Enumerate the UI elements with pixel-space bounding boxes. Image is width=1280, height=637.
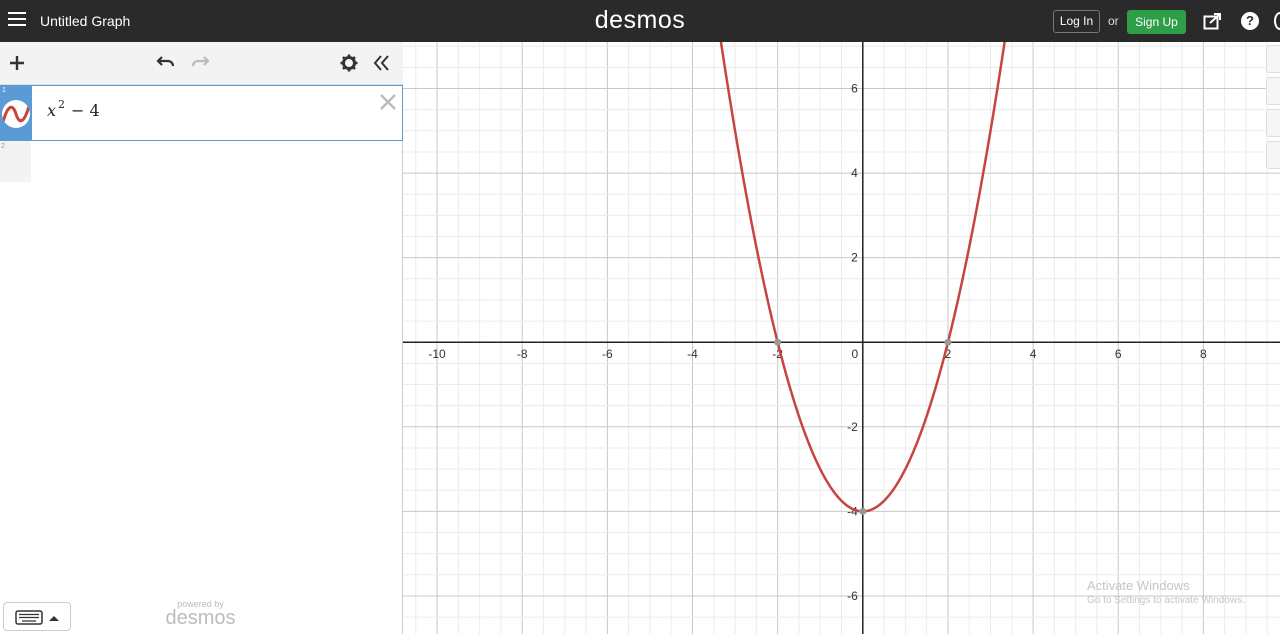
expression-input[interactable]: x 2 − 4 [47,98,100,120]
expression-number: 1 [2,87,6,94]
expression-exponent: 2 [58,98,66,111]
collapse-icon[interactable] [373,55,390,76]
help-icon[interactable]: ? [1241,12,1259,30]
point-of-interest [774,338,782,346]
y-tick-label: -2 [847,420,858,434]
graph-canvas[interactable]: -10 -8 -6 -4 -2 0 2 4 6 8 6 4 2 -2 -4 -6 [403,42,1280,634]
expression-base: x [47,101,57,120]
gear-icon[interactable] [340,54,358,77]
graph-color-icon[interactable] [2,100,30,128]
expression-toolbar [0,42,403,85]
undo-icon[interactable] [156,54,176,75]
y-tick-label: 2 [851,251,858,265]
top-bar: Untitled Graph desmos Log In or Sign Up … [0,0,1280,42]
point-of-interest [944,338,952,346]
windows-watermark: Activate Windows Go to Settings to activ… [1087,578,1245,606]
share-icon[interactable] [1203,12,1222,30]
or-text: or [1108,14,1119,28]
keyboard-toggle-button[interactable] [3,602,71,631]
expression-rest: − 4 [71,101,100,120]
x-tick-label: -6 [602,347,613,361]
y-tick-label: -6 [847,589,858,603]
x-tick-label: 8 [1200,347,1207,361]
x-tick-label: -10 [428,347,446,361]
expression-panel: 1 x 2− 4 2 powered by desmos [0,42,403,634]
zoom-controls[interactable] [1266,45,1280,195]
x-tick-label: 4 [1030,347,1037,361]
wrench-icon[interactable] [1266,141,1280,169]
plus-icon[interactable] [8,54,26,77]
watermark-line1: Activate Windows [1087,578,1190,593]
zoom-out-icon[interactable] [1266,77,1280,105]
globe-icon[interactable] [1274,12,1280,30]
watermark-line2: Go to Settings to activate Windows. [1087,595,1245,606]
redo-icon[interactable] [190,54,210,75]
delete-expression-icon[interactable] [378,92,398,112]
home-icon[interactable] [1266,109,1280,137]
y-tick-label: 4 [851,166,858,180]
powered-by-logo: desmos [165,607,236,629]
hamburger-menu-icon[interactable] [8,12,26,30]
x-tick-label: 6 [1115,347,1122,361]
graph-svg[interactable]: -10 -8 -6 -4 -2 0 2 4 6 8642-2-4-6 [403,42,1280,634]
graph-title[interactable]: Untitled Graph [40,13,130,29]
y-tick-label: 6 [851,82,858,96]
powered-by-desmos[interactable]: powered by desmos [163,599,238,629]
x-tick-label: 0 [851,347,858,361]
signup-button[interactable]: Sign Up [1127,10,1186,34]
x-tick-label: -4 [687,347,698,361]
expression-tab[interactable]: 1 [1,86,32,140]
expression-row[interactable]: 1 x 2 − 4 [0,85,403,141]
empty-expression-tab[interactable]: 2 [0,141,31,182]
expression-number: 2 [1,143,5,150]
x-tick-label: -8 [517,347,528,361]
point-of-interest [859,507,867,515]
zoom-in-icon[interactable] [1266,45,1280,73]
login-button[interactable]: Log In [1053,10,1100,33]
